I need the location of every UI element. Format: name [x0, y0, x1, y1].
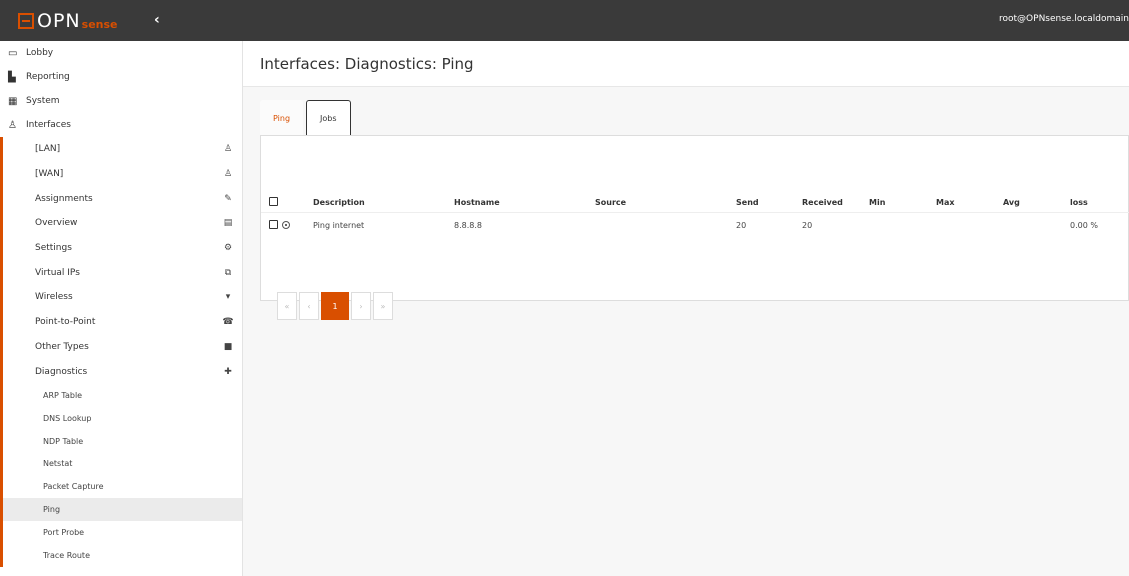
sidebar-item-wan[interactable]: [WAN] ♙ [0, 162, 242, 187]
sidebar-item-assignments[interactable]: Assignments ✎ [0, 186, 242, 211]
network-icon: ♙ [223, 169, 233, 180]
sidebar-item-netstat[interactable]: Netstat [0, 453, 242, 476]
sidebar-item-arp-table[interactable]: ARP Table [0, 384, 242, 407]
table-row[interactable]: Ping internet 8.8.8.8 20 20 0.00 % [261, 212, 1129, 239]
sidebar-item-packet-capture[interactable]: Packet Capture [0, 475, 242, 498]
sidebar: ▭ Lobby ▙ Reporting ▦ System ♙ Interface… [0, 41, 243, 576]
cell-source [595, 212, 736, 239]
header-received[interactable]: Received [802, 193, 869, 213]
cell-received: 20 [802, 221, 813, 231]
system-icon: ▦ [8, 95, 18, 107]
sidebar-item-diagnostics[interactable]: Diagnostics ✚ [0, 359, 242, 384]
page-header: Interfaces: Diagnostics: Ping [243, 41, 1129, 87]
select-all-checkbox[interactable] [269, 196, 278, 206]
cell-avg [1003, 212, 1070, 239]
sidebar-item-overview[interactable]: Overview ▤ [0, 211, 242, 236]
sidebar-item-point-to-point[interactable]: Point-to-Point ☎ [0, 310, 242, 335]
tab-ping[interactable]: Ping [260, 100, 304, 135]
wifi-icon: ▾ [225, 292, 231, 303]
select-all-cell [261, 193, 278, 213]
top-bar: OPN sense ‹ root@OPNsense.localdomain [0, 0, 1129, 41]
cell-loss: 0.00 % [1070, 221, 1098, 231]
row-select-cell [261, 212, 278, 239]
header-source[interactable]: Source [595, 193, 736, 213]
next-page-button[interactable]: › [351, 292, 371, 320]
sidebar-item-ping[interactable]: Ping [0, 498, 242, 522]
laptop-icon: ▭ [8, 47, 18, 59]
header-min[interactable]: Min [869, 193, 936, 213]
row-checkbox[interactable] [269, 220, 278, 230]
header-loss[interactable]: loss [1070, 193, 1129, 213]
cell-min [869, 212, 936, 239]
sidebar-item-reporting[interactable]: ▙ Reporting [0, 65, 242, 89]
prev-page-button[interactable]: ‹ [299, 292, 319, 320]
archive-icon: ■ [223, 341, 233, 352]
cell-send: 20 [736, 221, 747, 231]
page-title: Interfaces: Diagnostics: Ping [260, 54, 474, 73]
sidebar-item-lobby[interactable]: ▭ Lobby [0, 41, 242, 65]
chart-icon: ▙ [8, 71, 16, 83]
tab-bar: Ping Jobs [260, 98, 1129, 135]
logo-text: OPN [37, 10, 81, 32]
pagination: « ‹ 1 › » [277, 292, 395, 320]
sidebar-item-ndp-table[interactable]: NDP Table [0, 430, 242, 453]
sidebar-item-port-probe[interactable]: Port Probe [0, 521, 242, 544]
first-page-button[interactable]: « [277, 292, 297, 320]
gears-icon: ⚙ [223, 243, 233, 254]
header-description[interactable]: Description [313, 193, 454, 213]
sidebar-item-wireless[interactable]: Wireless ▾ [0, 285, 242, 310]
medkit-icon: ✚ [224, 366, 232, 377]
user-menu[interactable]: root@OPNsense.localdomain [999, 14, 1129, 24]
sidebar-item-interfaces[interactable]: ♙ Interfaces [0, 113, 242, 137]
last-page-button[interactable]: » [373, 292, 393, 320]
current-page-button[interactable]: 1 [321, 292, 349, 320]
row-status-cell [278, 212, 313, 239]
network-icon: ♙ [223, 144, 233, 155]
cell-description: Ping internet [313, 221, 365, 231]
sidebar-item-other-types[interactable]: Other Types ■ [0, 335, 242, 360]
collapse-sidebar-icon[interactable]: ‹ [154, 12, 160, 28]
header-send[interactable]: Send [736, 193, 802, 213]
phone-icon: ☎ [222, 317, 234, 328]
logo-subtext: sense [81, 17, 118, 31]
status-header [278, 193, 313, 213]
opnsense-logo[interactable]: OPN sense [18, 10, 118, 32]
sidebar-item-virtual-ips[interactable]: Virtual IPs ⧉ [0, 260, 242, 285]
table-header-row: Description Hostname Source Send Receive… [261, 193, 1129, 213]
header-avg[interactable]: Avg [1003, 193, 1070, 213]
pencil-icon: ✎ [224, 193, 232, 204]
cell-hostname: 8.8.8.8 [454, 221, 482, 231]
jobs-card: Description Hostname Source Send Receive… [260, 135, 1129, 320]
list-icon: ▤ [223, 218, 233, 229]
logo-mark-icon [18, 13, 34, 29]
ping-panel: Ping Jobs Description Hostname Source Se… [260, 98, 1129, 320]
sidebar-item-dns-lookup[interactable]: DNS Lookup [0, 407, 242, 430]
sidebar-item-settings[interactable]: Settings ⚙ [0, 236, 242, 261]
sidebar-item-lan[interactable]: [LAN] ♙ [0, 137, 242, 162]
copy-icon: ⧉ [224, 267, 232, 278]
network-icon: ♙ [8, 119, 17, 131]
sidebar-item-system[interactable]: ▦ System [0, 89, 242, 113]
main-content: Interfaces: Diagnostics: Ping Ping Jobs … [243, 41, 1129, 576]
active-rail [0, 137, 3, 567]
header-hostname[interactable]: Hostname [454, 193, 595, 213]
interfaces-submenu: [LAN] ♙ [WAN] ♙ Assignments ✎ Overview ▤ Set… [0, 137, 242, 567]
tab-jobs[interactable]: Jobs [306, 100, 351, 135]
cell-max [936, 212, 1003, 239]
sidebar-item-trace-route[interactable]: Trace Route [0, 544, 242, 567]
status-radio-icon [282, 220, 290, 229]
ping-jobs-table: Description Hostname Source Send Receive… [261, 193, 1129, 239]
header-max[interactable]: Max [936, 193, 1003, 213]
